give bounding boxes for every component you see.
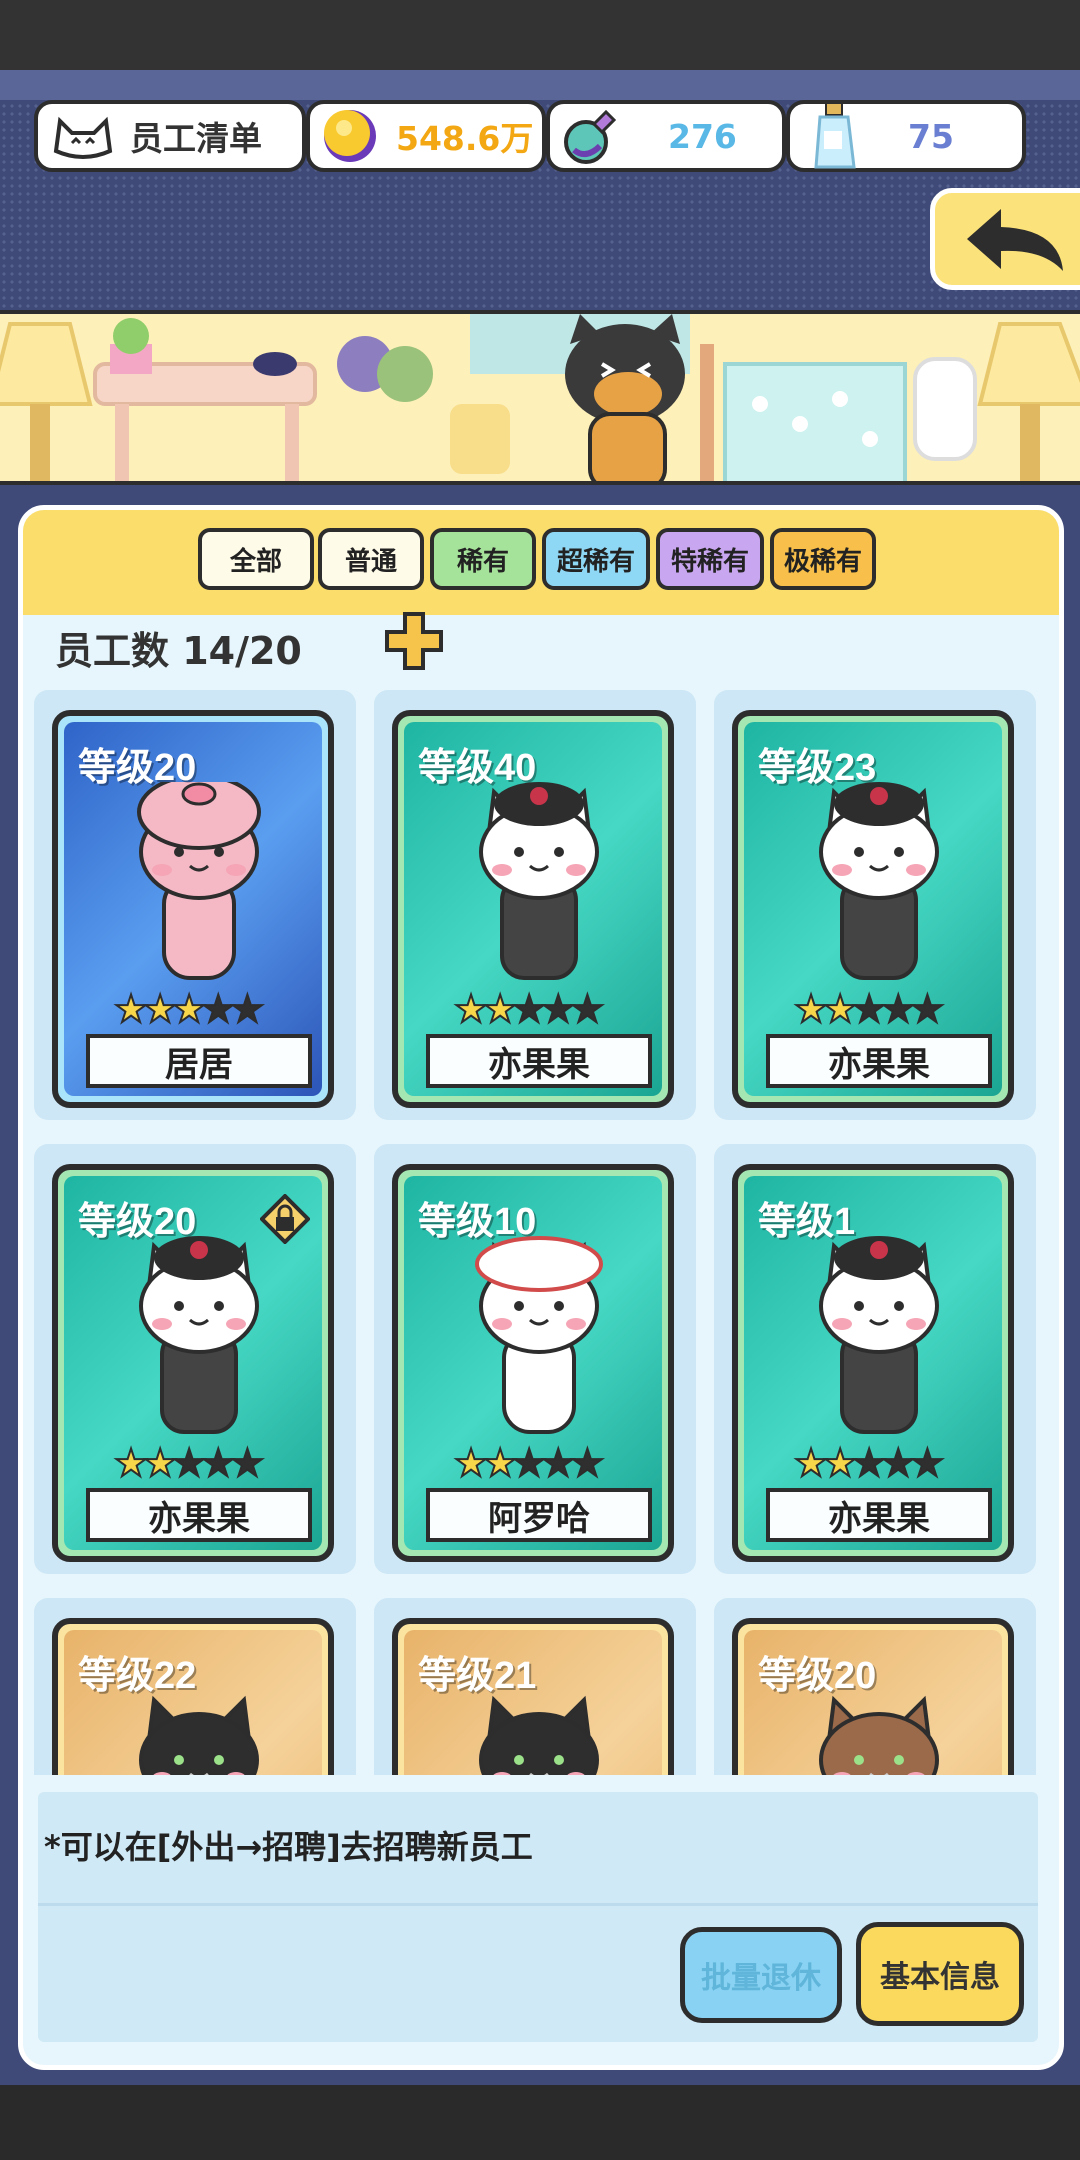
bottle-icon — [814, 102, 856, 169]
employee-level: 等级23 — [758, 747, 877, 789]
card-art: 等级21 — [404, 1630, 662, 1775]
star-rating: ★ ★ ★ ★ ★ — [793, 989, 945, 1029]
room-scene — [0, 310, 1080, 485]
employee-name: 亦果果 — [426, 1034, 652, 1088]
tab-rare[interactable]: 稀有 — [430, 528, 536, 590]
bottles-pill[interactable]: 75 — [786, 100, 1026, 172]
coins-value: 548.6万 — [396, 119, 534, 158]
employee-slot: 等级20 — [714, 1598, 1036, 1775]
card-art: 等级20 ★ ★ ★ ★ ★ 亦果果 — [64, 1176, 322, 1550]
nav-bar — [0, 2085, 1080, 2160]
card-art: 等级40 ★ ★ ★ ★ ★ 亦果果 — [404, 722, 662, 1096]
employee-level: 等级20 — [78, 1201, 197, 1243]
employee-level: 等级10 — [418, 1201, 537, 1243]
lock-icon[interactable] — [260, 1194, 310, 1244]
employee-slot: 等级20 ★ ★ ★ ★ ★ 居居 — [34, 690, 356, 1120]
cat-portrait — [137, 782, 261, 980]
employee-card[interactable]: 等级1 ★ ★ ★ ★ ★ 亦果果 — [732, 1164, 1014, 1562]
star-empty-icon: ★ — [909, 1441, 945, 1485]
tab-special-rare[interactable]: 特稀有 — [656, 528, 764, 590]
recruit-hint: *可以在[外出→招聘]去招聘新员工 — [44, 1828, 533, 1866]
employee-card[interactable]: 等级20 ★ ★ ★ ★ ★ 亦果果 — [52, 1164, 334, 1562]
employee-name: 阿罗哈 — [426, 1488, 652, 1542]
back-arrow-icon — [967, 209, 1063, 271]
potion-icon — [564, 109, 617, 164]
star-rating: ★ ★ ★ ★ ★ — [793, 1443, 945, 1483]
cat-icon — [53, 116, 113, 159]
cat-portrait — [819, 1236, 939, 1434]
employee-slot: 等级23 ★ ★ ★ ★ ★ 亦果果 — [714, 690, 1036, 1120]
cat-portrait — [479, 782, 599, 980]
employee-slot: 等级40 ★ ★ ★ ★ ★ 亦果果 — [374, 690, 696, 1120]
tab-super-rare[interactable]: 超稀有 — [542, 528, 650, 590]
coins-pill[interactable]: 548.6万 — [306, 100, 546, 172]
star-empty-icon: ★ — [229, 987, 265, 1031]
add-staff-icon[interactable] — [385, 612, 443, 670]
employee-slot: 等级1 ★ ★ ★ ★ ★ 亦果果 — [714, 1144, 1036, 1574]
employee-level: 等级21 — [418, 1655, 537, 1697]
employee-slot: 等级22 — [34, 1598, 356, 1775]
card-art: 等级1 ★ ★ ★ ★ ★ 亦果果 — [744, 1176, 1002, 1550]
cat-portrait — [479, 1695, 599, 1775]
star-empty-icon: ★ — [569, 987, 605, 1031]
star-empty-icon: ★ — [569, 1441, 605, 1485]
card-art: 等级20 — [744, 1630, 1002, 1775]
potions-value: 276 — [668, 116, 737, 156]
employee-slot: 等级10 ★ ★ ★ ★ ★ 阿罗哈 — [374, 1144, 696, 1574]
divider — [38, 1903, 1038, 1906]
employee-level: 等级20 — [758, 1655, 877, 1697]
coin-icon — [324, 110, 376, 162]
batch-retire-button[interactable]: 批量退休 — [680, 1927, 842, 2023]
bottles-value: 75 — [908, 116, 954, 156]
star-rating: ★ ★ ★ ★ ★ — [453, 1443, 605, 1483]
employee-level: 等级22 — [78, 1655, 197, 1697]
star-rating: ★ ★ ★ ★ ★ — [453, 989, 605, 1029]
card-art: 等级22 — [64, 1630, 322, 1775]
employee-card[interactable]: 等级22 — [52, 1618, 334, 1775]
employee-card[interactable]: 等级20 ★ ★ ★ ★ ★ 居居 — [52, 710, 334, 1108]
filter-bar — [23, 510, 1059, 615]
employee-card[interactable]: 等级40 ★ ★ ★ ★ ★ 亦果果 — [392, 710, 674, 1108]
potions-pill[interactable]: 276 — [546, 100, 786, 172]
star-empty-icon: ★ — [909, 987, 945, 1031]
tab-ultra-rare[interactable]: 极稀有 — [770, 528, 876, 590]
employee-name: 居居 — [86, 1034, 312, 1088]
staff-count: 员工数 14/20 — [55, 629, 302, 673]
cat-portrait — [139, 1236, 259, 1434]
tab-all[interactable]: 全部 — [198, 528, 314, 590]
star-empty-icon: ★ — [229, 1441, 265, 1485]
employee-card[interactable]: 等级21 — [392, 1618, 674, 1775]
employee-slot: 等级20 ★ ★ ★ ★ ★ 亦果果 — [34, 1144, 356, 1574]
back-button[interactable] — [930, 188, 1080, 290]
status-bar — [0, 0, 1080, 70]
header-band — [0, 70, 1080, 100]
cat-portrait — [139, 1695, 259, 1775]
employee-name: 亦果果 — [766, 1488, 992, 1542]
employee-slot: 等级21 — [374, 1598, 696, 1775]
cat-portrait — [475, 1236, 603, 1434]
title-pill: 员工清单 — [34, 100, 306, 172]
employee-level: 等级1 — [758, 1201, 856, 1243]
cat-portrait — [819, 782, 939, 980]
tab-common[interactable]: 普通 — [318, 528, 424, 590]
employee-level: 等级40 — [418, 747, 537, 789]
star-rating: ★ ★ ★ ★ ★ — [113, 989, 265, 1029]
page-title: 员工清单 — [130, 119, 262, 158]
employee-card[interactable]: 等级23 ★ ★ ★ ★ ★ 亦果果 — [732, 710, 1014, 1108]
room-illustration — [0, 314, 1080, 481]
card-art: 等级20 ★ ★ ★ ★ ★ 居居 — [64, 722, 322, 1096]
basic-info-button[interactable]: 基本信息 — [856, 1922, 1024, 2026]
card-art: 等级10 ★ ★ ★ ★ ★ 阿罗哈 — [404, 1176, 662, 1550]
employee-grid: 等级20 ★ ★ ★ ★ ★ 居居 等级40 ★ ★ ★ ★ ★ 亦果果 等级23 ★ ★ ★ ★ ★ 亦果果 等级20 ★… — [0, 690, 1080, 1775]
employee-card[interactable]: 等级10 ★ ★ ★ ★ ★ 阿罗哈 — [392, 1164, 674, 1562]
star-rating: ★ ★ ★ ★ ★ — [113, 1443, 265, 1483]
employee-level: 等级20 — [78, 747, 197, 789]
employee-name: 亦果果 — [86, 1488, 312, 1542]
employee-name: 亦果果 — [766, 1034, 992, 1088]
employee-card[interactable]: 等级20 — [732, 1618, 1014, 1775]
cat-portrait — [819, 1695, 939, 1775]
card-art: 等级23 ★ ★ ★ ★ ★ 亦果果 — [744, 722, 1002, 1096]
